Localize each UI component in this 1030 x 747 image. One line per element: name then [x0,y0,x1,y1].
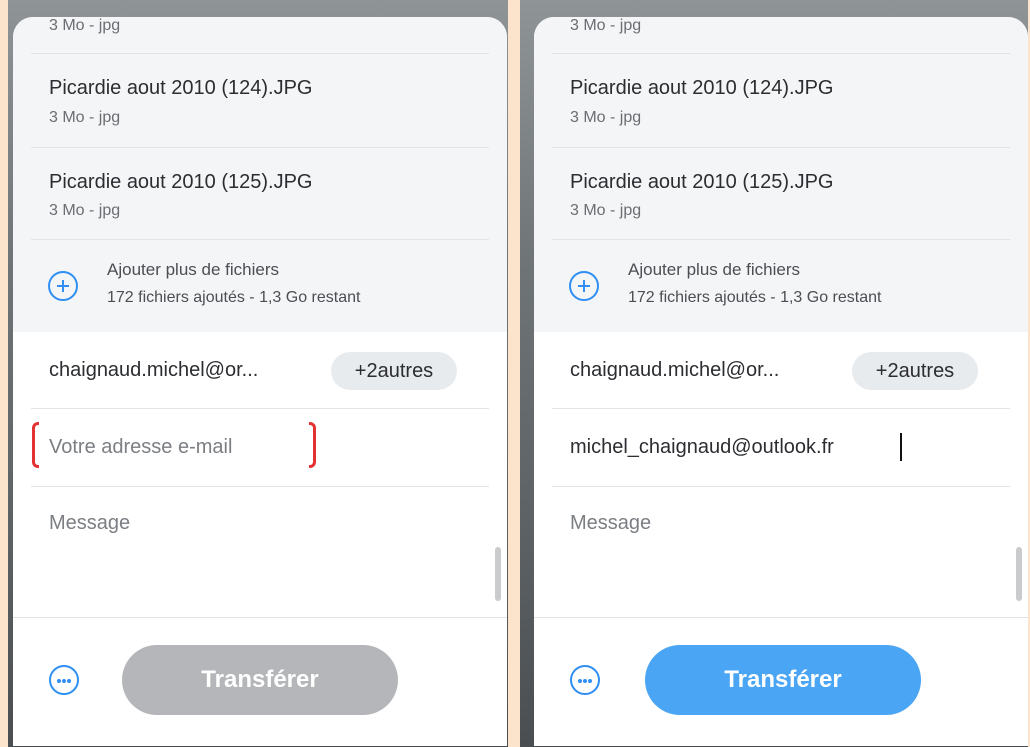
more-recipients-chip[interactable]: +2autres [852,352,978,390]
divider [31,239,489,240]
message-input[interactable] [49,512,469,602]
divider [31,486,489,487]
file-name: Picardie aout 2010 (125).JPG [49,171,313,193]
plus-circle-icon[interactable] [48,271,78,301]
file-meta: 3 Mo - jpg [570,202,642,219]
scrollbar[interactable] [1016,547,1022,601]
divider [534,617,1028,618]
transfer-button[interactable]: Transférer [122,645,398,715]
transfer-panel-right: 3 Mo - jpg Picardie aout 2010 (124).JPG … [534,17,1028,746]
highlight-bracket-left [32,422,39,468]
more-options-icon[interactable] [49,665,79,695]
divider [552,53,1010,54]
divider [552,408,1010,409]
highlight-bracket-right [309,422,316,468]
text-caret [900,433,902,461]
add-more-files-button[interactable]: Ajouter plus de fichiers 172 fichiers aj… [534,245,1028,331]
transfer-button[interactable]: Transférer [645,645,921,715]
divider [13,617,507,618]
file-meta: 3 Mo - jpg [49,109,121,126]
recipient-email[interactable]: chaignaud.michel@or... [49,359,258,382]
file-name: Picardie aout 2010 (124).JPG [570,77,834,99]
add-more-files-button[interactable]: Ajouter plus de fichiers 172 fichiers aj… [13,245,507,331]
divider [552,486,1010,487]
files-added-summary: 172 fichiers ajoutés - 1,3 Go restant [628,289,882,306]
scrollbar[interactable] [495,547,501,601]
transfer-panel-left: 3 Mo - jpg Picardie aout 2010 (124).JPG … [13,17,507,746]
file-meta: 3 Mo - jpg [570,17,642,34]
divider [552,239,1010,240]
add-more-files-label: Ajouter plus de fichiers [628,260,800,279]
divider [552,147,1010,148]
files-added-summary: 172 fichiers ajoutés - 1,3 Go restant [107,289,361,306]
divider [31,147,489,148]
file-name: Picardie aout 2010 (124).JPG [49,77,313,99]
sender-email-input[interactable] [570,431,990,463]
plus-circle-icon[interactable] [569,271,599,301]
add-more-files-label: Ajouter plus de fichiers [107,260,279,279]
divider [31,53,489,54]
more-options-icon[interactable] [570,665,600,695]
file-meta: 3 Mo - jpg [49,17,121,34]
file-meta: 3 Mo - jpg [49,202,121,219]
more-recipients-chip[interactable]: +2autres [331,352,457,390]
file-name: Picardie aout 2010 (125).JPG [570,171,834,193]
recipient-email[interactable]: chaignaud.michel@or... [570,359,779,382]
file-meta: 3 Mo - jpg [570,109,642,126]
file-list: 3 Mo - jpg Picardie aout 2010 (124).JPG … [13,17,507,332]
sender-email-input[interactable] [49,431,469,463]
message-input[interactable] [570,512,990,602]
divider [31,408,489,409]
file-list: 3 Mo - jpg Picardie aout 2010 (124).JPG … [534,17,1028,332]
